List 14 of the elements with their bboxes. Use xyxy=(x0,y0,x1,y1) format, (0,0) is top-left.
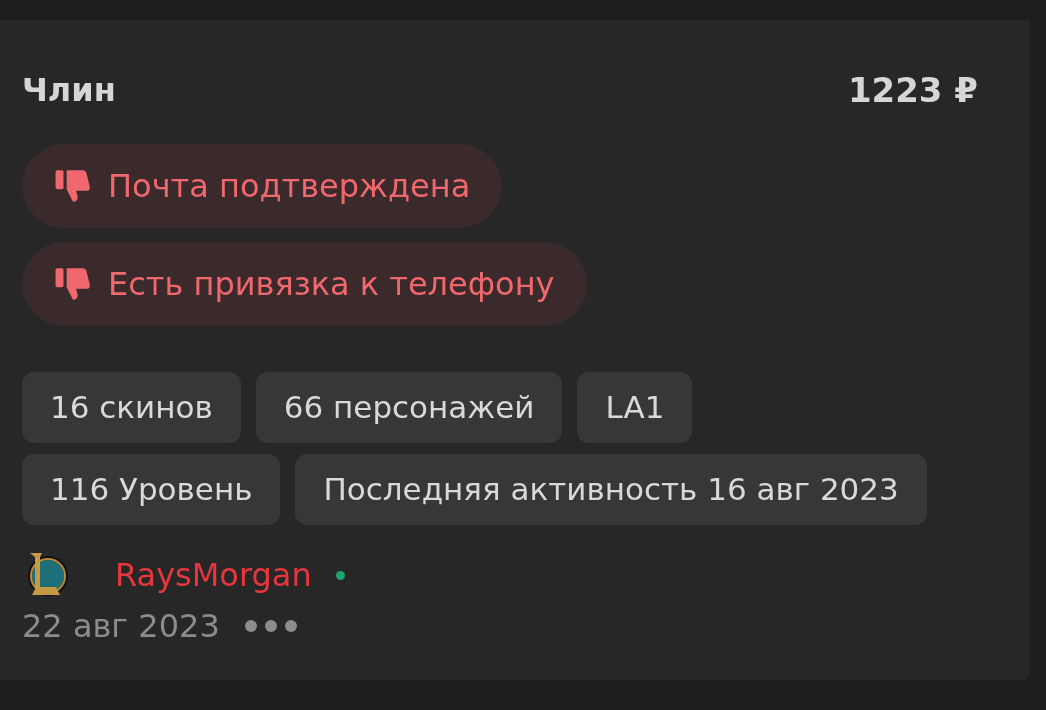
price: 1223 ₽ xyxy=(847,70,978,110)
status-badge: Есть привязка к телефону xyxy=(22,242,587,326)
info-tag: Последняя активность 16 авг 2023 xyxy=(295,454,927,525)
post-date: 22 авг 2023 xyxy=(22,607,220,645)
thumbs-down-icon xyxy=(54,167,92,205)
info-tag: 66 персонажей xyxy=(255,372,563,443)
thumbs-down-icon xyxy=(54,265,92,303)
seller-name[interactable]: RaysMorgan xyxy=(115,556,312,594)
status-badge: Почта подтверждена xyxy=(22,144,503,228)
info-tag: 16 скинов xyxy=(22,372,241,443)
more-icon xyxy=(243,619,298,633)
item-title: Члин xyxy=(22,71,116,109)
info-tag: 116 Уровень xyxy=(22,454,281,525)
info-tag: LA1 xyxy=(577,372,693,443)
